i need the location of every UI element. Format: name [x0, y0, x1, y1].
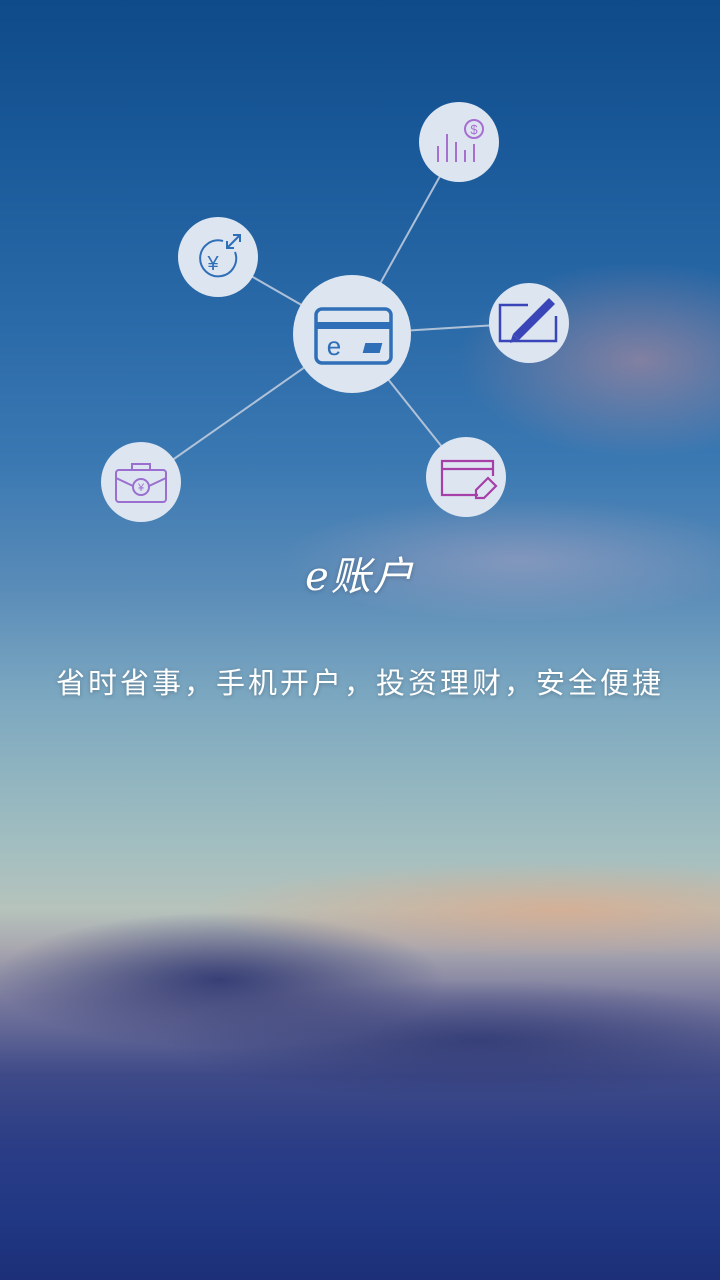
tagline: 省时省事，手机开户，投资理财，安全便捷	[55, 666, 664, 700]
app-title: e账户	[305, 554, 415, 600]
briefcase-yuan-node[interactable]: ¥	[101, 442, 181, 522]
card-tag-node[interactable]	[426, 437, 506, 517]
yuan-exchange-node[interactable]: ¥	[178, 217, 258, 297]
feature-diagram: e ¥ $ ¥	[101, 102, 569, 522]
svg-text:¥: ¥	[137, 482, 145, 494]
chart-dollar-node[interactable]: $	[419, 102, 499, 182]
e-card-node[interactable]: e	[293, 275, 411, 393]
pen-sign-node[interactable]	[489, 283, 569, 363]
svg-text:¥: ¥	[206, 253, 219, 275]
svg-text:e: e	[327, 331, 341, 361]
svg-text:$: $	[470, 122, 478, 137]
